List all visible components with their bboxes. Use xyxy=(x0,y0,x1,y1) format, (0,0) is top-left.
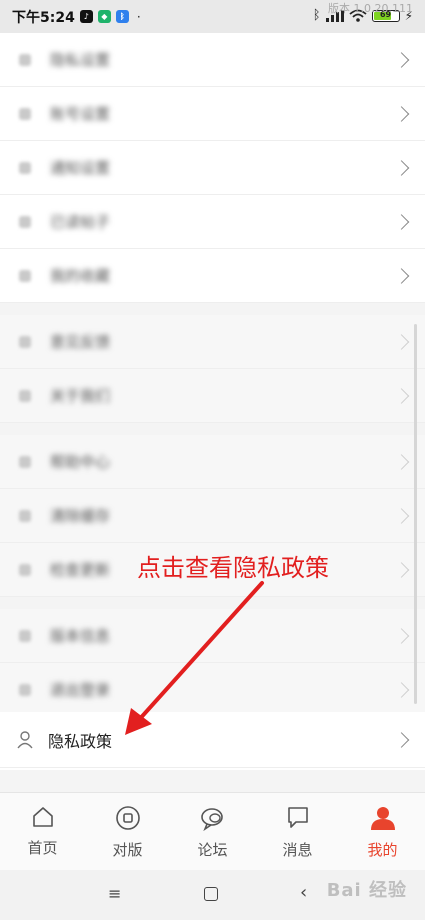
menu-nav-icon[interactable]: ≡ xyxy=(108,884,121,903)
tab-label: 首页 xyxy=(27,839,58,857)
section-divider xyxy=(0,303,425,315)
menu-item[interactable]: 账号设置 xyxy=(0,87,425,141)
tab-label: 论坛 xyxy=(197,841,228,859)
home-nav-icon[interactable] xyxy=(204,887,218,901)
chevron-right-icon xyxy=(393,267,410,284)
menu-item-label: 退出登录 xyxy=(50,681,111,699)
message-icon xyxy=(287,807,308,828)
version-text: 版本 1.0.20.111 xyxy=(328,2,413,15)
menu-item-label: 版本信息 xyxy=(50,627,111,645)
chevron-right-icon xyxy=(393,51,410,68)
menu-item-label: 检查更新 xyxy=(50,561,111,579)
chevron-right-icon xyxy=(393,507,410,524)
menu-item[interactable]: 意见反馈 xyxy=(0,315,425,369)
tab-label: 我的 xyxy=(367,841,398,859)
menu-item[interactable]: 隐私设置 xyxy=(0,33,425,87)
chevron-right-icon xyxy=(393,159,410,176)
chevron-right-icon xyxy=(393,627,410,644)
menu-item-label: 意见反馈 xyxy=(50,333,111,351)
menu-item-label: 清除缓存 xyxy=(50,507,111,525)
chevron-right-icon xyxy=(393,561,410,578)
bluetooth-icon: ᛒ xyxy=(312,8,321,23)
menu-item-icon xyxy=(16,267,34,285)
menu-item[interactable]: 通知设置 xyxy=(0,141,425,195)
circle-square-icon xyxy=(115,806,140,830)
blurred-menu-group: 意见反馈 关于我们 帮助中心 清除缓存 检查更新 版本信息 退出登录 xyxy=(0,315,425,717)
tab-forum[interactable]: 论坛 xyxy=(170,793,255,871)
menu-item[interactable]: 已读帖子 xyxy=(0,195,425,249)
section-divider xyxy=(0,597,425,609)
more-dot-icon: · xyxy=(136,9,141,24)
menu-item[interactable]: 关于我们 xyxy=(0,369,425,423)
chevron-right-icon xyxy=(393,681,410,698)
menu-item-icon xyxy=(16,51,34,69)
bottom-tab-bar: 首页 对版 论坛 消息 我的 xyxy=(0,792,425,871)
menu-item-icon xyxy=(16,159,34,177)
privacy-policy-label: 隐私政策 xyxy=(48,731,113,751)
menu-item[interactable]: 帮助中心 xyxy=(0,435,425,489)
menu-item-icon xyxy=(16,105,34,123)
status-time: 下午5:24 xyxy=(12,9,75,26)
menu-item-label: 通知设置 xyxy=(50,159,111,177)
tab-label: 消息 xyxy=(282,841,313,859)
chat-bubbles-icon xyxy=(200,808,223,831)
chevron-right-icon xyxy=(393,333,410,350)
section-divider xyxy=(0,770,425,792)
section-divider xyxy=(0,423,425,435)
shield-app-icon: ◆ xyxy=(97,10,111,23)
menu-item-icon xyxy=(16,387,34,405)
privacy-policy-item[interactable]: 隐私政策 xyxy=(0,712,425,768)
annotation-text: 点击查看隐私政策 xyxy=(137,554,329,582)
scrollbar[interactable] xyxy=(414,324,417,704)
chevron-right-icon xyxy=(393,387,410,404)
menu-item[interactable]: 退出登录 xyxy=(0,663,425,717)
menu-item[interactable]: 我的收藏 xyxy=(0,249,425,303)
back-nav-icon[interactable]: ‹ xyxy=(300,882,307,903)
chevron-right-icon xyxy=(393,105,410,122)
watermark: Bai 经验 xyxy=(326,880,407,901)
menu-item-icon xyxy=(16,333,34,351)
menu-item[interactable]: 清除缓存 xyxy=(0,489,425,543)
menu-item-label: 隐私设置 xyxy=(50,51,111,69)
menu-item-label: 账号设置 xyxy=(50,105,111,123)
menu-item-icon xyxy=(16,561,34,579)
menu-item[interactable]: 版本信息 xyxy=(0,609,425,663)
tab-home[interactable]: 首页 xyxy=(0,793,85,871)
tab-duiban[interactable]: 对版 xyxy=(85,793,170,871)
bluetooth-app-icon: ᛒ xyxy=(115,10,129,23)
menu-item-label: 帮助中心 xyxy=(50,453,111,471)
menu-list: 隐私设置 账号设置 通知设置 已读帖子 我的收藏 意见反馈 关于我们 帮助中心 … xyxy=(0,33,425,717)
person-icon xyxy=(370,807,395,830)
menu-item-icon xyxy=(16,627,34,645)
menu-item-label: 我的收藏 xyxy=(50,267,111,285)
menu-item-icon xyxy=(16,453,34,471)
menu-item-label: 已读帖子 xyxy=(50,213,111,231)
menu-item-icon xyxy=(16,681,34,699)
menu-item-label: 关于我们 xyxy=(50,387,111,405)
tab-mine[interactable]: 我的 xyxy=(340,793,425,871)
user-outline-icon xyxy=(17,730,33,748)
menu-item-icon xyxy=(16,507,34,525)
menu-item-icon xyxy=(16,213,34,231)
chevron-right-icon xyxy=(393,731,410,748)
tab-messages[interactable]: 消息 xyxy=(255,793,340,871)
home-icon xyxy=(32,807,53,827)
chevron-right-icon xyxy=(393,453,410,470)
chevron-right-icon xyxy=(393,213,410,230)
tiktok-icon: ♪ xyxy=(79,10,93,23)
tab-label: 对版 xyxy=(112,841,143,859)
